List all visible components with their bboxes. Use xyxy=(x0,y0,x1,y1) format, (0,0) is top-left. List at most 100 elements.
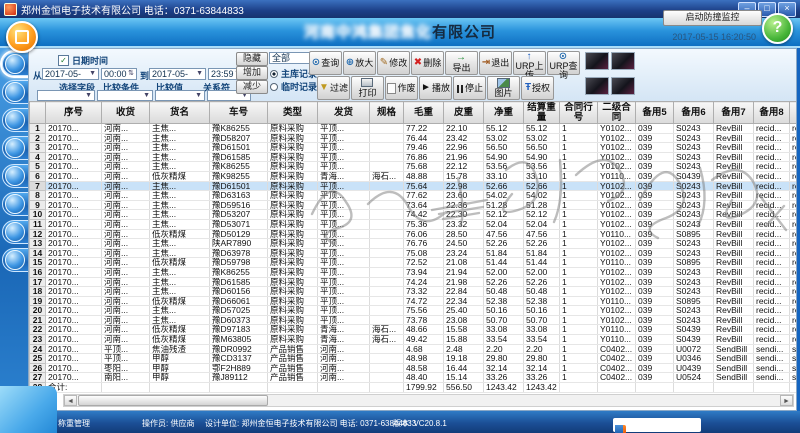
column-header[interactable]: 结算重量 xyxy=(523,101,560,124)
table-cell: 豫D97183 xyxy=(209,324,268,336)
table-row[interactable]: 12 20170... 河南... 低灰精煤 豫D50129 原料采购 平顶... 76.06… xyxy=(29,228,796,240)
URP查询-button[interactable]: ⊙ URP查询 xyxy=(547,51,580,80)
table-row[interactable]: 3 20170... 河南... 主焦... 豫D61501 原料采购 平顶... 79.46… xyxy=(29,142,796,153)
放大-button[interactable]: ⊕ 放大 xyxy=(343,51,376,75)
URP上传-button[interactable]: ↑ URP上传 xyxy=(513,51,546,80)
table-row[interactable]: 22 20170... 河南... 低灰精煤 豫D97183 原料采购 青海... 海石...… xyxy=(29,324,796,336)
table-row[interactable]: 7 20170... 河南... 主焦... 豫D61501 原料采购 平顶... 75.64… xyxy=(29,180,796,192)
column-header[interactable]: 备用5 xyxy=(635,101,674,124)
radio-off-icon[interactable] xyxy=(270,82,278,91)
table-row[interactable]: 20 20170... 河南... 主焦... 豫D57025 原料采购 平顶... 75.5… xyxy=(29,305,796,316)
column-header[interactable]: 皮重 xyxy=(443,101,484,124)
column-header[interactable]: 车号 xyxy=(209,101,268,124)
radio-on-icon[interactable] xyxy=(270,69,278,78)
horizontal-scrollbar[interactable]: ◄ ► xyxy=(63,394,794,407)
table-cell: RevBill xyxy=(713,152,754,163)
table-row[interactable]: 14 20170... 河南... 主焦... 豫D63978 原料采购 平顶... 75.0… xyxy=(29,247,796,259)
table-row[interactable]: 15 20170... 河南... 低灰精煤 豫D59798 原料采购 平顶... 72.52… xyxy=(29,257,796,268)
查询-button[interactable]: ⊙ 查询 xyxy=(309,51,342,75)
table-row[interactable]: 24 20170... 平顶... 焦油残渣 豫DR0992 产品销售 河南... 4.68 2… xyxy=(29,343,796,355)
table-row[interactable]: 18 20170... 河南... 主焦... 豫D60156 原料采购 平顶... 73.3… xyxy=(29,286,796,297)
scroll-right-icon[interactable]: ► xyxy=(780,395,793,406)
column-header[interactable]: 类型 xyxy=(267,101,318,124)
settings-icon[interactable] xyxy=(615,425,623,433)
table-row[interactable]: 10 20170... 河南... 主焦... 豫D53207 原料采购 平顶... 74.4… xyxy=(29,209,796,220)
column-header[interactable]: 备用6 xyxy=(673,101,714,124)
table-row[interactable]: 5 20170... 河南... 主焦... 豫K86255 原料采购 平顶... 75.68… xyxy=(29,161,796,172)
删除-button[interactable]: ✖ 删除 xyxy=(411,51,444,75)
作废-button[interactable]: 作废 xyxy=(385,76,418,100)
column-header[interactable]: 净重 xyxy=(483,101,524,124)
column-header[interactable]: 序号 xyxy=(45,101,102,124)
vehicle-photo-thumb[interactable] xyxy=(585,52,609,70)
column-header[interactable]: 毛重 xyxy=(403,101,444,124)
图片-button[interactable]: 图片 xyxy=(487,76,520,100)
field-select-combo[interactable]: ▼ xyxy=(37,90,95,101)
table-row[interactable]: 17 20170... 河南... 主焦... 豫D61585 原料采购 平顶... 74.2… xyxy=(29,276,796,288)
column-header[interactable]: 备用7 xyxy=(713,101,754,124)
hide-button[interactable]: 隐藏 xyxy=(236,52,268,66)
打印-button[interactable]: 打印 xyxy=(351,76,384,100)
table-row[interactable]: 25 20170... 平顶... 甲醇 豫CD3137 产品销售 河南... 48.98 19… xyxy=(29,353,796,364)
add-button[interactable]: 增加 xyxy=(236,66,268,80)
table-row[interactable]: 23 20170... 河南... 低灰精煤 豫M63805 原料采购 青海... 海石...… xyxy=(29,334,796,345)
table-cell: 南阳... xyxy=(101,372,150,384)
scrollbar-thumb[interactable] xyxy=(78,395,268,406)
temp-record-radio[interactable]: 临时记录 xyxy=(270,80,317,93)
退出-button[interactable]: ⇥ 退出 xyxy=(479,51,512,75)
授权-button[interactable]: Ŧ 授权 xyxy=(521,76,554,100)
播放-button[interactable]: ► 播放 xyxy=(419,76,452,100)
column-header[interactable]: 备用9 xyxy=(789,101,796,124)
column-header[interactable]: 备用8 xyxy=(753,101,790,124)
help-icon[interactable]: ? xyxy=(762,13,793,44)
total-row[interactable]: 28合计:1799.92556.501243.421243.42 xyxy=(29,382,796,393)
compare-value-combo[interactable]: ▼ xyxy=(155,90,205,101)
start-monitor-button[interactable]: 启动防撞监控 xyxy=(663,10,762,26)
table-cell: 33.54 xyxy=(483,334,524,345)
vehicle-photo-thumb[interactable] xyxy=(611,52,635,70)
table-row[interactable]: 6 20170... 河南... 低灰精煤 豫K98255 原料采购 青海... 海石... 4… xyxy=(29,170,796,182)
column-header[interactable]: 货名 xyxy=(149,101,210,124)
table-row[interactable]: 8 20170... 河南... 主焦... 豫D63163 原料采购 平顶... 77.62… xyxy=(29,190,796,201)
table-row[interactable]: 13 20170... 河南... 主焦... 陕AR7890 原料采购 平顶... 76.7… xyxy=(29,238,796,249)
停止-button[interactable]: 停止 xyxy=(453,76,486,100)
datetime-filter-checkbox[interactable]: ✓ 日期时间 xyxy=(58,54,108,67)
过滤-button[interactable]: ▼ 过滤 xyxy=(317,76,350,100)
table-row[interactable]: 9 20170... 河南... 主焦... 豫D59516 原料采购 平顶... 73.64… xyxy=(29,199,796,211)
table-cell: 039 xyxy=(635,238,674,249)
table-cell: 55.12 xyxy=(483,123,524,134)
table-row[interactable]: 21 20170... 河南... 主焦... 豫D60373 原料采购 平顶... 73.7… xyxy=(29,314,796,326)
table-cell: 75.68 xyxy=(403,161,444,172)
vehicle-photo-thumb[interactable] xyxy=(585,77,609,95)
table-row[interactable]: 19 20170... 河南... 低灰精煤 豫D66061 原料采购 平顶... 74.72… xyxy=(29,295,796,307)
table-cell: 豫D57025 xyxy=(209,305,268,316)
toolbar-row2: ▼ 过滤 打印 作废 ► 播放 停止 图片 Ŧ 授权 xyxy=(317,76,554,100)
remove-button[interactable]: 减少 xyxy=(236,80,268,94)
to-date-input[interactable]: ▼ 2017-05- xyxy=(149,68,206,80)
导出-button[interactable]: → 导出 xyxy=(445,51,478,75)
column-header[interactable]: 二级合同 xyxy=(597,101,636,124)
scroll-left-icon[interactable]: ◄ xyxy=(64,395,77,406)
table-row[interactable]: 26 20170... 枣阳... 甲醇 鄂F2H889 产品销售 河南... 48.58 16… xyxy=(29,362,796,374)
column-header[interactable]: 合同行号 xyxy=(559,101,598,124)
table-cell xyxy=(597,382,636,393)
vehicle-photo-thumb[interactable] xyxy=(611,77,635,95)
from-time-input[interactable]: ⇅ 00:00 xyxy=(101,68,137,80)
table-cell: Y0102... xyxy=(597,190,636,201)
from-date-input[interactable]: ▼ 2017-05- xyxy=(42,68,99,80)
table-row[interactable]: 4 20170... 河南... 主焦... 豫D61585 原料采购 平顶... 76.86… xyxy=(29,151,796,163)
column-header[interactable]: 规格 xyxy=(369,101,404,124)
column-header[interactable]: 收货 xyxy=(101,101,150,124)
table-row[interactable]: 27 20170... 南阳... 甲醇 豫J89112 产品销售 河南... 48.40 15… xyxy=(29,372,796,384)
table-cell: 1 xyxy=(559,190,598,201)
table-cell: Y0110... xyxy=(597,296,636,307)
table-row[interactable]: 16 20170... 河南... 主焦... 豫K86255 原料采购 平顶... 73.9… xyxy=(29,266,796,278)
table-row[interactable]: 2 20170... 河南... 主焦... 豫D58207 原料采购 平顶... 76.44… xyxy=(29,132,796,144)
table-cell: 20170... xyxy=(45,344,102,355)
column-header[interactable]: 发货 xyxy=(317,101,370,124)
checkbox-check-icon[interactable]: ✓ xyxy=(58,55,69,66)
table-row[interactable]: 11 20170... 河南... 主焦... 豫D53071 原料采购 平顶... 75.3… xyxy=(29,218,796,230)
compare-cond-combo[interactable]: ▼ xyxy=(97,90,153,101)
修改-button[interactable]: ✎ 修改 xyxy=(377,51,410,75)
table-row[interactable]: 1 20170... 河南... 主焦... 豫K86255 原料采购 平顶... 77.22… xyxy=(29,123,796,134)
